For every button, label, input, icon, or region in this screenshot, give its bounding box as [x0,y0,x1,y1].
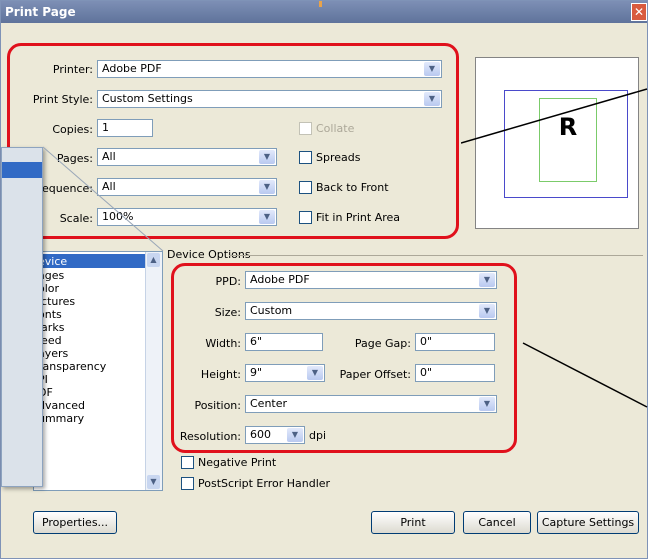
section-divider [229,255,643,256]
scroll-down-icon[interactable]: ▼ [147,475,160,489]
category-list[interactable]: ▲ ▼ evice ages olor ictures onts larks l… [33,251,163,491]
decorative-mark [319,1,322,7]
list-item[interactable]: ummary [38,412,84,425]
list-scrollbar[interactable]: ▲ ▼ [145,252,162,490]
close-icon: ✕ [633,5,645,19]
close-button[interactable]: ✕ [631,3,647,21]
callout-line-bottom [522,342,648,408]
device-options-highlight [171,263,517,453]
popup-selection-highlight [2,162,42,178]
callout-line-top [461,88,648,144]
print-dialog: Print Page ✕ Printer: Adobe PDF ▼ Print … [0,0,648,559]
list-item[interactable]: ictures [38,295,75,308]
print-button[interactable]: Print [371,511,455,534]
list-item[interactable]: dvanced [38,399,85,412]
capture-settings-button[interactable]: Capture Settings [537,511,639,534]
negative-print-label: Negative Print [198,456,277,469]
postscript-error-handler-checkbox[interactable] [181,477,194,490]
title-bar: Print Page ✕ [1,1,647,23]
properties-button[interactable]: Properties... [33,511,117,534]
list-item[interactable]: ransparency [38,360,106,373]
negative-print-checkbox[interactable] [181,456,194,469]
cancel-button[interactable]: Cancel [463,511,531,534]
window-title: Print Page [5,5,76,19]
postscript-error-handler-label: PostScript Error Handler [198,477,331,490]
zoom-connector [42,146,164,252]
